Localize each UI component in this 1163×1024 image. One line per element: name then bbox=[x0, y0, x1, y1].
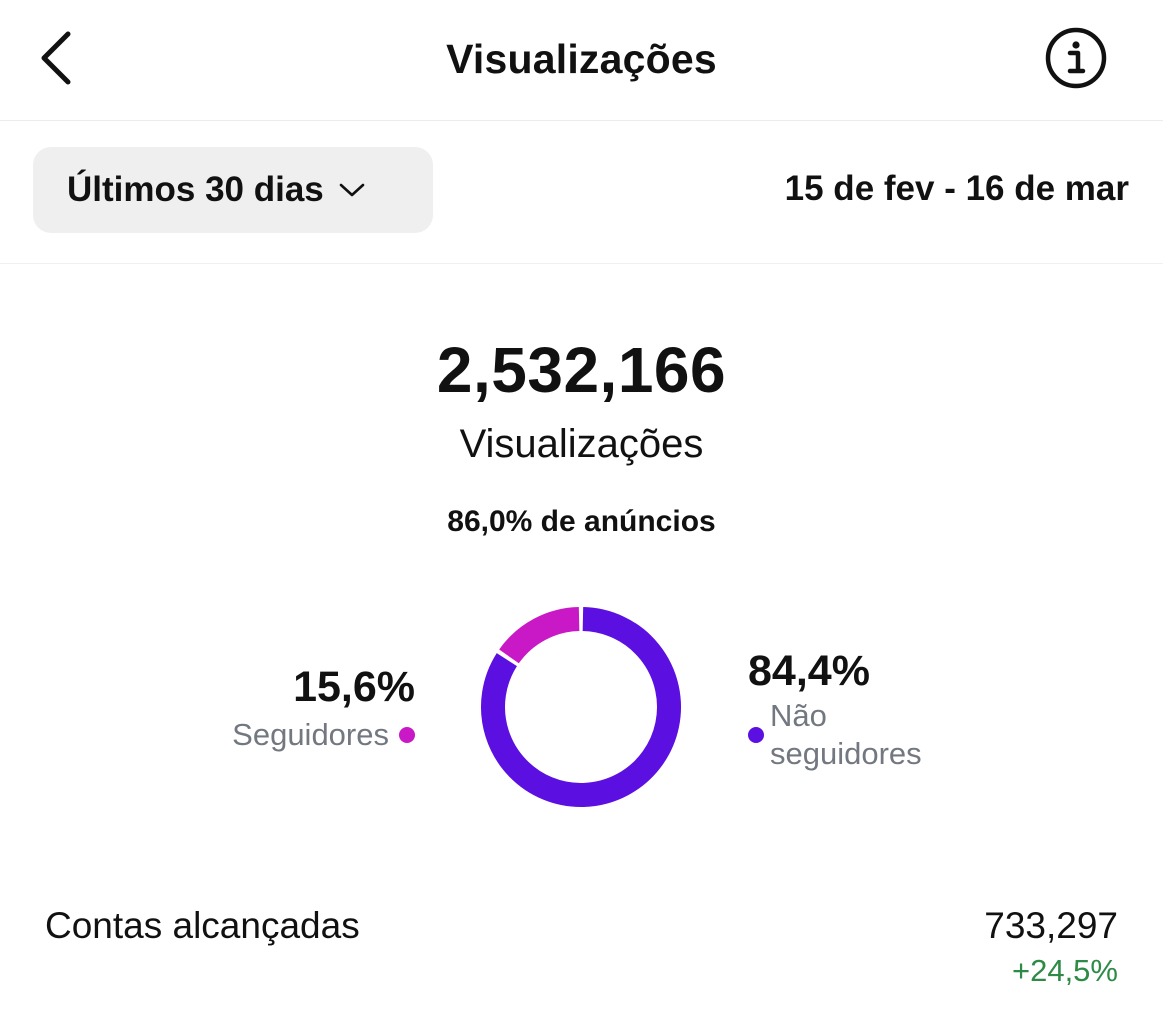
insights-views-screen: Visualizações Últimos 30 dias 15 de fev … bbox=[0, 0, 1163, 1024]
ads-share: 86,0% de anúncios bbox=[447, 505, 716, 538]
donut-segment-followers bbox=[499, 607, 580, 664]
accounts-reached-label: Contas alcançadas bbox=[45, 905, 360, 946]
audience-donut-chart bbox=[481, 607, 681, 807]
info-button[interactable] bbox=[1042, 26, 1110, 94]
followers-percent: 15,6% bbox=[293, 663, 415, 711]
accounts-reached-change: +24,5% bbox=[1011, 953, 1118, 988]
top-bar: Visualizações bbox=[0, 0, 1163, 121]
period-filter-row: Últimos 30 dias 15 de fev - 16 de mar bbox=[0, 121, 1163, 264]
non-followers-percent: 84,4% bbox=[748, 647, 870, 695]
page-title: Visualizações bbox=[446, 36, 717, 82]
followers-legend: Seguidores bbox=[232, 716, 415, 754]
chevron-down-icon bbox=[338, 181, 366, 199]
non-followers-legend: Não seguidores bbox=[748, 697, 970, 773]
total-views-value: 2,532,166 bbox=[436, 334, 727, 406]
followers-label: Seguidores bbox=[232, 717, 389, 752]
date-range: 15 de fev - 16 de mar bbox=[784, 169, 1129, 208]
info-icon bbox=[1044, 26, 1108, 95]
accounts-reached-value: 733,297 bbox=[984, 905, 1118, 946]
total-views-label: Visualizações bbox=[459, 422, 704, 466]
non-followers-label: Não seguidores bbox=[770, 698, 922, 771]
followers-legend-dot bbox=[399, 727, 415, 743]
period-dropdown[interactable]: Últimos 30 dias bbox=[33, 147, 433, 233]
non-followers-legend-dot bbox=[748, 727, 764, 743]
period-dropdown-label: Últimos 30 dias bbox=[67, 170, 324, 209]
